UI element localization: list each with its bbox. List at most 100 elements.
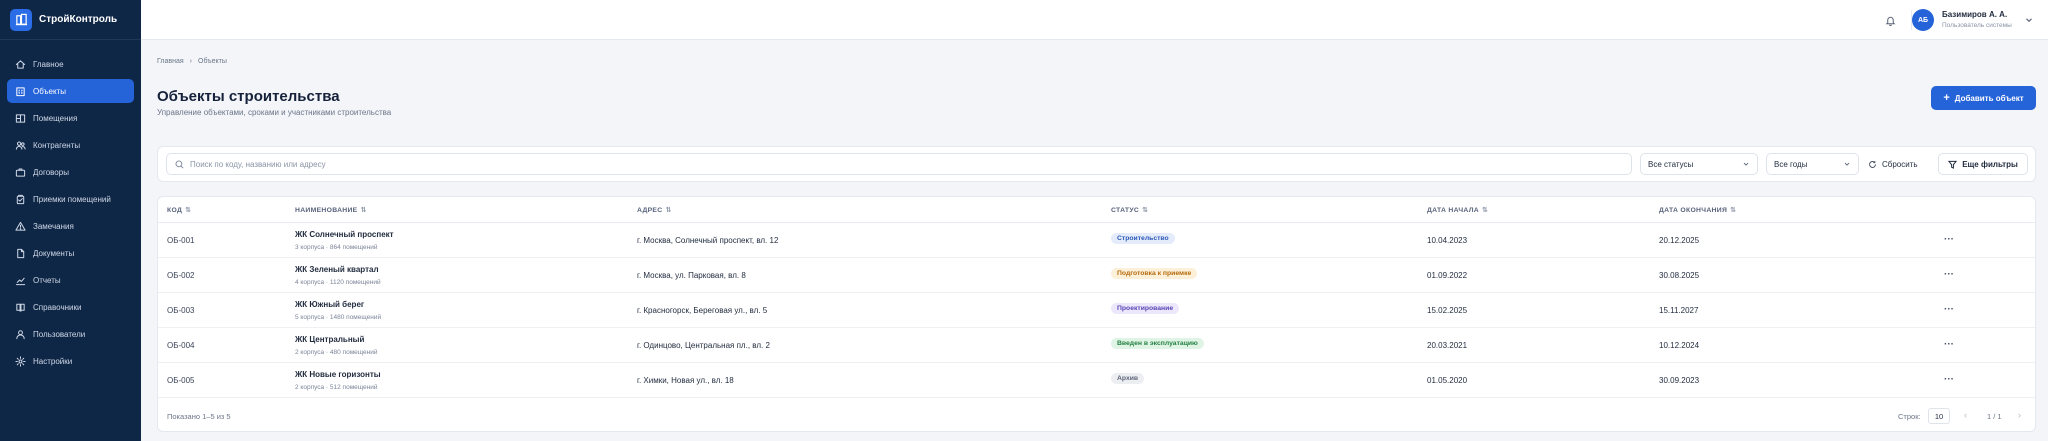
brand[interactable]: СтройКонтроль [0,0,141,40]
more-actions-icon[interactable]: ··· [1941,302,1957,316]
status-select[interactable]: Все статусы [1640,153,1758,175]
sidebar-item-label: Приемки помещений [33,194,111,204]
sidebar-item-home[interactable]: Главное [7,52,134,76]
rows-per-page-select[interactable]: 10 [1928,408,1950,424]
clipboard-icon [15,194,26,205]
column-header-address[interactable]: АДРЕС ⇅ [637,206,672,215]
object-details: 4 корпуса · 1120 помещений [295,279,381,286]
gear-icon [15,355,26,367]
end-date: 20.12.2025 [1659,236,1700,245]
table-row[interactable]: ОБ-001 ЖК Солнечный проспект 3 корпуса · 8… [158,223,2035,258]
sidebar: СтройКонтроль Главное Объекты Помещения Кон… [0,0,141,441]
table-header: КОД ⇅ НАИМЕНОВАНИЕ ⇅ АДРЕС ⇅ СТАТУС ⇅ ДАТА Н… [158,197,2035,223]
breadcrumb-home[interactable]: Главная [157,58,184,65]
chevron-down-icon[interactable] [2024,15,2034,25]
sidebar-item-rooms[interactable]: Помещения [7,106,134,130]
page-indicator: 1 / 1 [1987,412,2002,421]
sidebar-item-users[interactable]: Контрагенты [7,133,134,157]
rows-per-page-label: Строк: [1898,412,1921,421]
object-address: г. Одинцово, Центральная пл., вл. 2 [637,341,770,350]
page-title: Объекты строительства [157,88,340,105]
sidebar-item-label: Договоры [33,167,69,177]
object-name[interactable]: ЖК Центральный [295,335,364,344]
sort-icon: ⇅ [1730,207,1737,214]
chevron-left-icon[interactable]: ‹ [1964,410,1967,420]
user-name[interactable]: Базимиров А. А. [1942,10,2007,19]
object-code: ОБ-005 [167,376,195,385]
status-cell: Введен в эксплуатацию [1111,338,1204,349]
more-filters-button[interactable]: Еще фильтры [1938,153,2028,175]
table-row[interactable]: ОБ-005 ЖК Новые горизонты 2 корпуса · 512 … [158,363,2035,398]
start-date: 01.05.2020 [1427,376,1468,385]
table-row[interactable]: ОБ-002 ЖК Зеленый квартал 4 корпуса · 1120… [158,258,2035,293]
briefcase-icon [15,167,26,178]
column-header-label: ДАТА НАЧАЛА [1427,206,1479,214]
chevron-right-icon[interactable]: › [2018,410,2021,420]
add-object-button[interactable]: + Добавить объект [1931,86,2036,110]
object-name[interactable]: ЖК Южный берег [295,300,364,309]
object-name[interactable]: ЖК Новые горизонты [295,370,381,379]
breadcrumb: Главная › Объекты [157,58,227,65]
status-cell: Проектирование [1111,303,1180,314]
sort-icon: ⇅ [185,207,192,214]
start-date: 15.02.2025 [1427,306,1468,315]
column-header-status[interactable]: СТАТУС ⇅ [1111,206,1148,215]
sidebar-item-book[interactable]: Справочники [7,295,134,319]
chart-icon [15,275,26,286]
object-name[interactable]: ЖК Зеленый квартал [295,265,379,274]
column-header-code[interactable]: КОД ⇅ [167,206,192,215]
search-icon [175,159,184,168]
user-avatar[interactable]: АБ [1912,9,1934,31]
sidebar-item-gear[interactable]: Настройки [7,349,134,373]
status-badge: Подготовка к приемке [1111,268,1198,279]
search-input[interactable] [190,159,1590,169]
sidebar-nav: Главное Объекты Помещения Контрагенты Догово… [0,40,141,373]
sidebar-item-warning[interactable]: Замечания [7,214,134,238]
table-row[interactable]: ОБ-004 ЖК Центральный 2 корпуса · 480 поме… [158,328,2035,363]
year-select[interactable]: Все годы [1766,153,1859,175]
object-address: г. Химки, Новая ул., вл. 18 [637,376,734,385]
chevron-down-icon [1743,162,1749,166]
column-header-end-date[interactable]: ДАТА ОКОНЧАНИЯ ⇅ [1659,206,1737,215]
sidebar-item-clipboard[interactable]: Приемки помещений [7,187,134,211]
more-filters-label: Еще фильтры [1962,159,2018,169]
reset-filters-button[interactable]: Сбросить [1868,153,1918,175]
sidebar-item-briefcase[interactable]: Договоры [7,160,134,184]
sidebar-item-label: Справочники [33,302,82,312]
status-badge: Введен в эксплуатацию [1111,338,1204,349]
object-name[interactable]: ЖК Солнечный проспект [295,230,394,239]
building-icon [15,86,26,97]
object-address: г. Красногорск, Береговая ул., вл. 5 [637,306,768,315]
sidebar-item-label: Замечания [33,221,74,231]
sidebar-item-label: Помещения [33,113,78,123]
status-badge: Проектирование [1111,303,1180,314]
more-actions-icon[interactable]: ··· [1941,232,1957,246]
column-header-label: АДРЕС [637,206,663,214]
sidebar-item-document[interactable]: Документы [7,241,134,265]
notifications-bell-icon[interactable] [1881,11,1899,29]
sidebar-item-label: Отчеты [33,275,61,285]
sidebar-item-label: Настройки [33,356,73,366]
sidebar-item-building[interactable]: Объекты [7,79,134,103]
more-actions-icon[interactable]: ··· [1941,372,1957,386]
sidebar-item-user[interactable]: Пользователи [7,322,134,346]
column-header-label: СТАТУС [1111,206,1140,214]
breadcrumb-separator-icon: › [189,58,192,65]
more-actions-icon[interactable]: ··· [1941,267,1957,281]
table-row[interactable]: ОБ-003 ЖК Южный берег 5 корпуса · 1480 пом… [158,293,2035,328]
search-box[interactable] [166,153,1632,175]
start-date: 10.04.2023 [1427,236,1468,245]
more-actions-icon[interactable]: ··· [1941,337,1957,351]
sidebar-item-label: Объекты [33,86,66,96]
document-icon [15,248,26,259]
breadcrumb-current: Объекты [198,58,227,65]
status-select-value: Все статусы [1648,159,1694,169]
sidebar-item-chart[interactable]: Отчеты [7,268,134,292]
page-subtitle: Управление объектами, сроками и участник… [157,108,392,117]
column-header-name[interactable]: НАИМЕНОВАНИЕ ⇅ [295,206,367,215]
column-header-start-date[interactable]: ДАТА НАЧАЛА ⇅ [1427,206,1489,215]
objects-table: КОД ⇅ НАИМЕНОВАНИЕ ⇅ АДРЕС ⇅ СТАТУС ⇅ ДАТА Н… [157,196,2036,432]
sidebar-item-label: Контрагенты [33,140,81,150]
sort-icon: ⇅ [1481,207,1489,214]
reset-filters-label: Сбросить [1882,159,1918,169]
